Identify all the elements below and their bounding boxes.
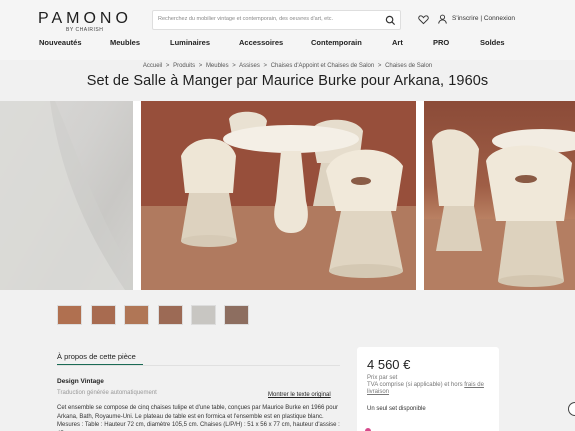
breadcrumb-item[interactable]: Chaises de Salon: [385, 63, 432, 69]
site-header: PAMONO BY CHAIRISH Recherchez du mobilie…: [0, 0, 575, 60]
price-note: Prix par set TVA comprise (si applicable…: [367, 375, 495, 396]
nav-item-meubles[interactable]: Meubles: [110, 38, 140, 47]
gallery-image-main[interactable]: [141, 101, 416, 290]
auth-links: S'inscrire | Connexion: [452, 15, 515, 22]
price-card: 4 560 € Prix par set TVA comprise (si ap…: [357, 347, 499, 431]
gallery-image-previous[interactable]: [0, 101, 133, 290]
breadcrumb-separator: >: [377, 63, 382, 69]
chair-closeup-image: [0, 101, 133, 290]
login-link[interactable]: Connexion: [484, 15, 515, 22]
breadcrumb: Accueil > Produits > Meubles > Assises >…: [0, 63, 575, 69]
pamono-logo[interactable]: PAMONO BY CHAIRISH: [38, 10, 138, 36]
logo-text: PAMONO: [38, 10, 132, 27]
breadcrumb-separator: >: [198, 63, 203, 69]
breadcrumb-separator: >: [263, 63, 268, 69]
availability: Un seul set disponible: [367, 406, 426, 412]
auth-separator: |: [480, 15, 483, 22]
heart-icon[interactable]: [418, 14, 429, 25]
nav-item-luminaires[interactable]: Luminaires: [170, 38, 210, 47]
search-input[interactable]: Recherchez du mobilier vintage et contem…: [152, 10, 401, 30]
nav-item-art[interactable]: Art: [392, 38, 403, 47]
product-description: Cet ensemble se compose de cinq chaises …: [57, 405, 340, 431]
thumbnail[interactable]: [91, 305, 116, 325]
breadcrumb-separator: >: [165, 63, 170, 69]
dining-chairs-image: [424, 129, 575, 290]
breadcrumb-item[interactable]: Assises: [239, 63, 260, 69]
breadcrumb-separator: >: [232, 63, 236, 69]
tab-about[interactable]: À propos de cette pièce: [57, 352, 136, 361]
breadcrumb-item[interactable]: Produits: [173, 63, 195, 69]
show-original-link[interactable]: Montrer le texte original: [268, 392, 331, 398]
breadcrumb-item[interactable]: Chaises d'Appoint et Chaises de Salon: [271, 63, 375, 69]
chat-icon[interactable]: [568, 402, 575, 416]
thumbnail[interactable]: [158, 305, 183, 325]
price-unit: Prix par set: [367, 375, 398, 381]
section-heading: Design Vintage: [57, 378, 104, 385]
user-icon[interactable]: [437, 13, 448, 25]
product-gallery: [0, 101, 575, 290]
nav-item-contemporain[interactable]: Contemporain: [311, 38, 362, 47]
main-nav: Nouveautés Meubles Luminaires Accessoire…: [0, 38, 575, 52]
price: 4 560 €: [367, 357, 411, 372]
dining-set-image: [141, 101, 416, 290]
nav-item-soldes[interactable]: Soldes: [480, 38, 505, 47]
thumbnail[interactable]: [124, 305, 149, 325]
signup-link[interactable]: S'inscrire: [452, 15, 479, 22]
search-icon[interactable]: [385, 15, 396, 26]
breadcrumb-item[interactable]: Meubles: [206, 63, 229, 69]
tab-divider: [57, 365, 340, 366]
vat-note: TVA comprise (si applicable) et hors: [367, 382, 463, 388]
search-placeholder: Recherchez du mobilier vintage et contem…: [158, 16, 334, 22]
nav-item-pro[interactable]: PRO: [433, 38, 449, 47]
product-title: Set de Salle à Manger par Maurice Burke …: [86, 73, 489, 89]
thumbnail[interactable]: [191, 305, 216, 325]
logo-subtext: BY CHAIRISH: [66, 27, 104, 33]
breadcrumb-item[interactable]: Accueil: [143, 63, 162, 69]
thumbnail[interactable]: [57, 305, 82, 325]
thumbnail[interactable]: [224, 305, 249, 325]
auto-translation-note: Traduction générée automatiquement: [57, 390, 157, 396]
gallery-image-next[interactable]: [424, 101, 575, 290]
tab-active-indicator: [57, 364, 143, 365]
nav-item-nouveautes[interactable]: Nouveautés: [39, 38, 82, 47]
nav-item-accessoires[interactable]: Accessoires: [239, 38, 283, 47]
